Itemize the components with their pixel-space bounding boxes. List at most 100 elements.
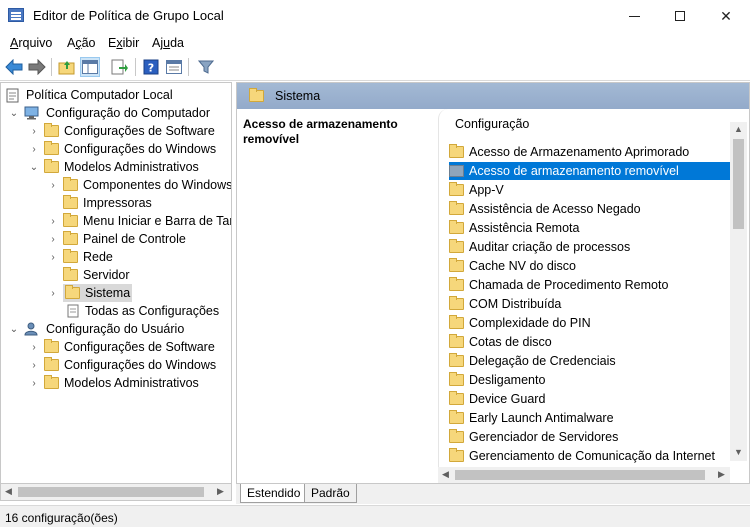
chevron-right-icon[interactable]: › [28, 143, 40, 155]
scroll-down-icon[interactable]: ▼ [734, 447, 743, 457]
list-item[interactable]: Gerenciamento de Comunicação da Internet [449, 447, 732, 465]
chevron-right-icon[interactable]: › [47, 233, 59, 245]
chevron-right-icon[interactable]: › [47, 287, 59, 299]
folder-icon [249, 88, 264, 102]
tree-label: Modelos Administrativos [64, 376, 199, 390]
tree-computer-config[interactable]: ⌄ Configuração do Computador [8, 104, 210, 122]
scroll-left-icon[interactable]: ◀ [5, 486, 12, 497]
list-item[interactable]: Desligamento [449, 371, 732, 389]
app-icon [8, 8, 24, 22]
tree-windows-settings[interactable]: › Configurações do Windows [28, 140, 216, 158]
tree-printers[interactable]: Impressoras [47, 194, 152, 212]
menu-arquivo[interactable]: Arquivo [10, 36, 52, 50]
list-item-label: Gerenciador de Servidores [469, 430, 619, 444]
tree-start-menu[interactable]: › Menu Iniciar e Barra de Taref [47, 212, 231, 230]
menu-ajuda[interactable]: Ajuda [152, 36, 184, 50]
folder-icon [449, 277, 464, 291]
chevron-right-icon[interactable]: › [47, 251, 59, 263]
back-button[interactable] [4, 57, 24, 77]
scroll-right-icon[interactable]: ▶ [217, 486, 224, 497]
list-item[interactable]: Chamada de Procedimento Remoto [449, 276, 732, 294]
folder-icon [449, 239, 464, 253]
scroll-up-icon[interactable]: ▲ [734, 124, 743, 134]
scroll-thumb[interactable] [733, 139, 744, 229]
list-horizontal-scrollbar[interactable]: ◀ ▶ [438, 467, 730, 483]
list-item[interactable]: Device Guard [449, 390, 732, 408]
list-item[interactable]: App-V [449, 181, 732, 199]
properties-button[interactable] [164, 57, 184, 77]
list-item[interactable]: Assistência Remota [449, 219, 732, 237]
scroll-thumb[interactable] [18, 487, 204, 497]
list-item[interactable]: Gerenciador de Servidores [449, 428, 732, 446]
tree-windows-components[interactable]: › Componentes do Windows [47, 176, 231, 194]
user-icon [24, 322, 38, 336]
list-item[interactable]: Early Launch Antimalware [449, 409, 732, 427]
forward-icon [28, 59, 46, 75]
tree-software-settings[interactable]: › Configurações de Software [28, 122, 215, 140]
tab-extended[interactable]: Estendido [240, 484, 308, 503]
help-button[interactable]: ? [141, 57, 161, 77]
up-folder-button[interactable] [57, 57, 77, 77]
chevron-right-icon[interactable]: › [47, 179, 59, 191]
tree-user-admin-templates[interactable]: › Modelos Administrativos [28, 374, 199, 392]
chevron-right-icon[interactable]: › [28, 341, 40, 353]
tab-standard[interactable]: Padrão [304, 484, 357, 503]
list-item[interactable]: Delegação de Credenciais [449, 352, 732, 370]
chevron-down-icon[interactable]: ⌄ [8, 107, 20, 119]
scroll-left-icon[interactable]: ◀ [442, 469, 449, 480]
chevron-right-icon[interactable]: › [47, 215, 59, 227]
tree-label: Todas as Configurações [85, 304, 220, 318]
scroll-thumb[interactable] [455, 470, 705, 480]
list-item[interactable]: COM Distribuída [449, 295, 732, 313]
filter-button[interactable] [196, 57, 216, 77]
minimize-button[interactable] [611, 0, 657, 32]
list-item[interactable]: Assistência de Acesso Negado [449, 200, 732, 218]
computer-icon [24, 106, 39, 120]
list-item-label: Delegação de Credenciais [469, 354, 616, 368]
tree-network[interactable]: › Rede [47, 248, 113, 266]
list-item-label: COM Distribuída [469, 297, 562, 311]
minimize-icon [628, 15, 640, 17]
list-item[interactable]: Acesso de Armazenamento Aprimorado [449, 143, 732, 161]
properties-icon [166, 60, 182, 74]
chevron-down-icon[interactable]: ⌄ [28, 161, 40, 173]
list-item[interactable]: Cotas de disco [449, 333, 732, 351]
tree-all-settings[interactable]: Todas as Configurações [67, 302, 219, 320]
tree-pane: Política Computador Local ⌄ Configuração… [0, 82, 232, 484]
close-button[interactable]: ✕ [703, 0, 749, 32]
tree-label: Impressoras [83, 196, 152, 210]
maximize-button[interactable] [657, 0, 703, 32]
tree-horizontal-scrollbar[interactable]: ◀ ▶ [0, 484, 232, 501]
folder-icon [449, 410, 464, 424]
folder-icon [44, 357, 59, 371]
tree-user-windows-settings[interactable]: › Configurações do Windows [28, 356, 216, 374]
list-vertical-scrollbar[interactable]: ▲ ▼ [730, 122, 747, 461]
menu-acao[interactable]: Ação [67, 36, 96, 50]
list-item[interactable]: Complexidade do PIN [449, 314, 732, 332]
chevron-right-icon[interactable]: › [28, 377, 40, 389]
list-item[interactable]: Auditar criação de processos [449, 238, 732, 256]
list-item[interactable]: Cache NV do disco [449, 257, 732, 275]
folder-icon [449, 201, 464, 215]
chevron-right-icon[interactable]: › [28, 125, 40, 137]
tree-label: Configurações de Software [64, 340, 215, 354]
tree-label: Configuração do Usuário [46, 322, 185, 336]
tree-control-panel[interactable]: › Painel de Controle [47, 230, 186, 248]
tree-user-software-settings[interactable]: › Configurações de Software [28, 338, 215, 356]
show-hide-tree-button[interactable] [80, 57, 100, 77]
export-list-button[interactable] [110, 57, 130, 77]
list-item[interactable]: Acesso de armazenamento removível [449, 162, 732, 180]
tree-label: Configurações de Software [64, 124, 215, 138]
tree-system[interactable]: › Sistema [47, 284, 133, 302]
tree-server[interactable]: Servidor [47, 266, 130, 284]
chevron-down-icon[interactable]: ⌄ [8, 323, 20, 335]
tree-admin-templates[interactable]: ⌄ Modelos Administrativos [28, 158, 199, 176]
forward-button[interactable] [27, 57, 47, 77]
column-header-configuracao[interactable]: Configuração [455, 117, 529, 131]
menu-exibir[interactable]: Exibir [108, 36, 139, 50]
tree-user-config[interactable]: ⌄ Configuração do Usuário [8, 320, 184, 338]
tree-root[interactable]: Política Computador Local [6, 86, 173, 104]
chevron-right-icon[interactable]: › [28, 359, 40, 371]
list-item-label: Acesso de armazenamento removível [469, 164, 679, 178]
scroll-right-icon[interactable]: ▶ [718, 469, 725, 480]
